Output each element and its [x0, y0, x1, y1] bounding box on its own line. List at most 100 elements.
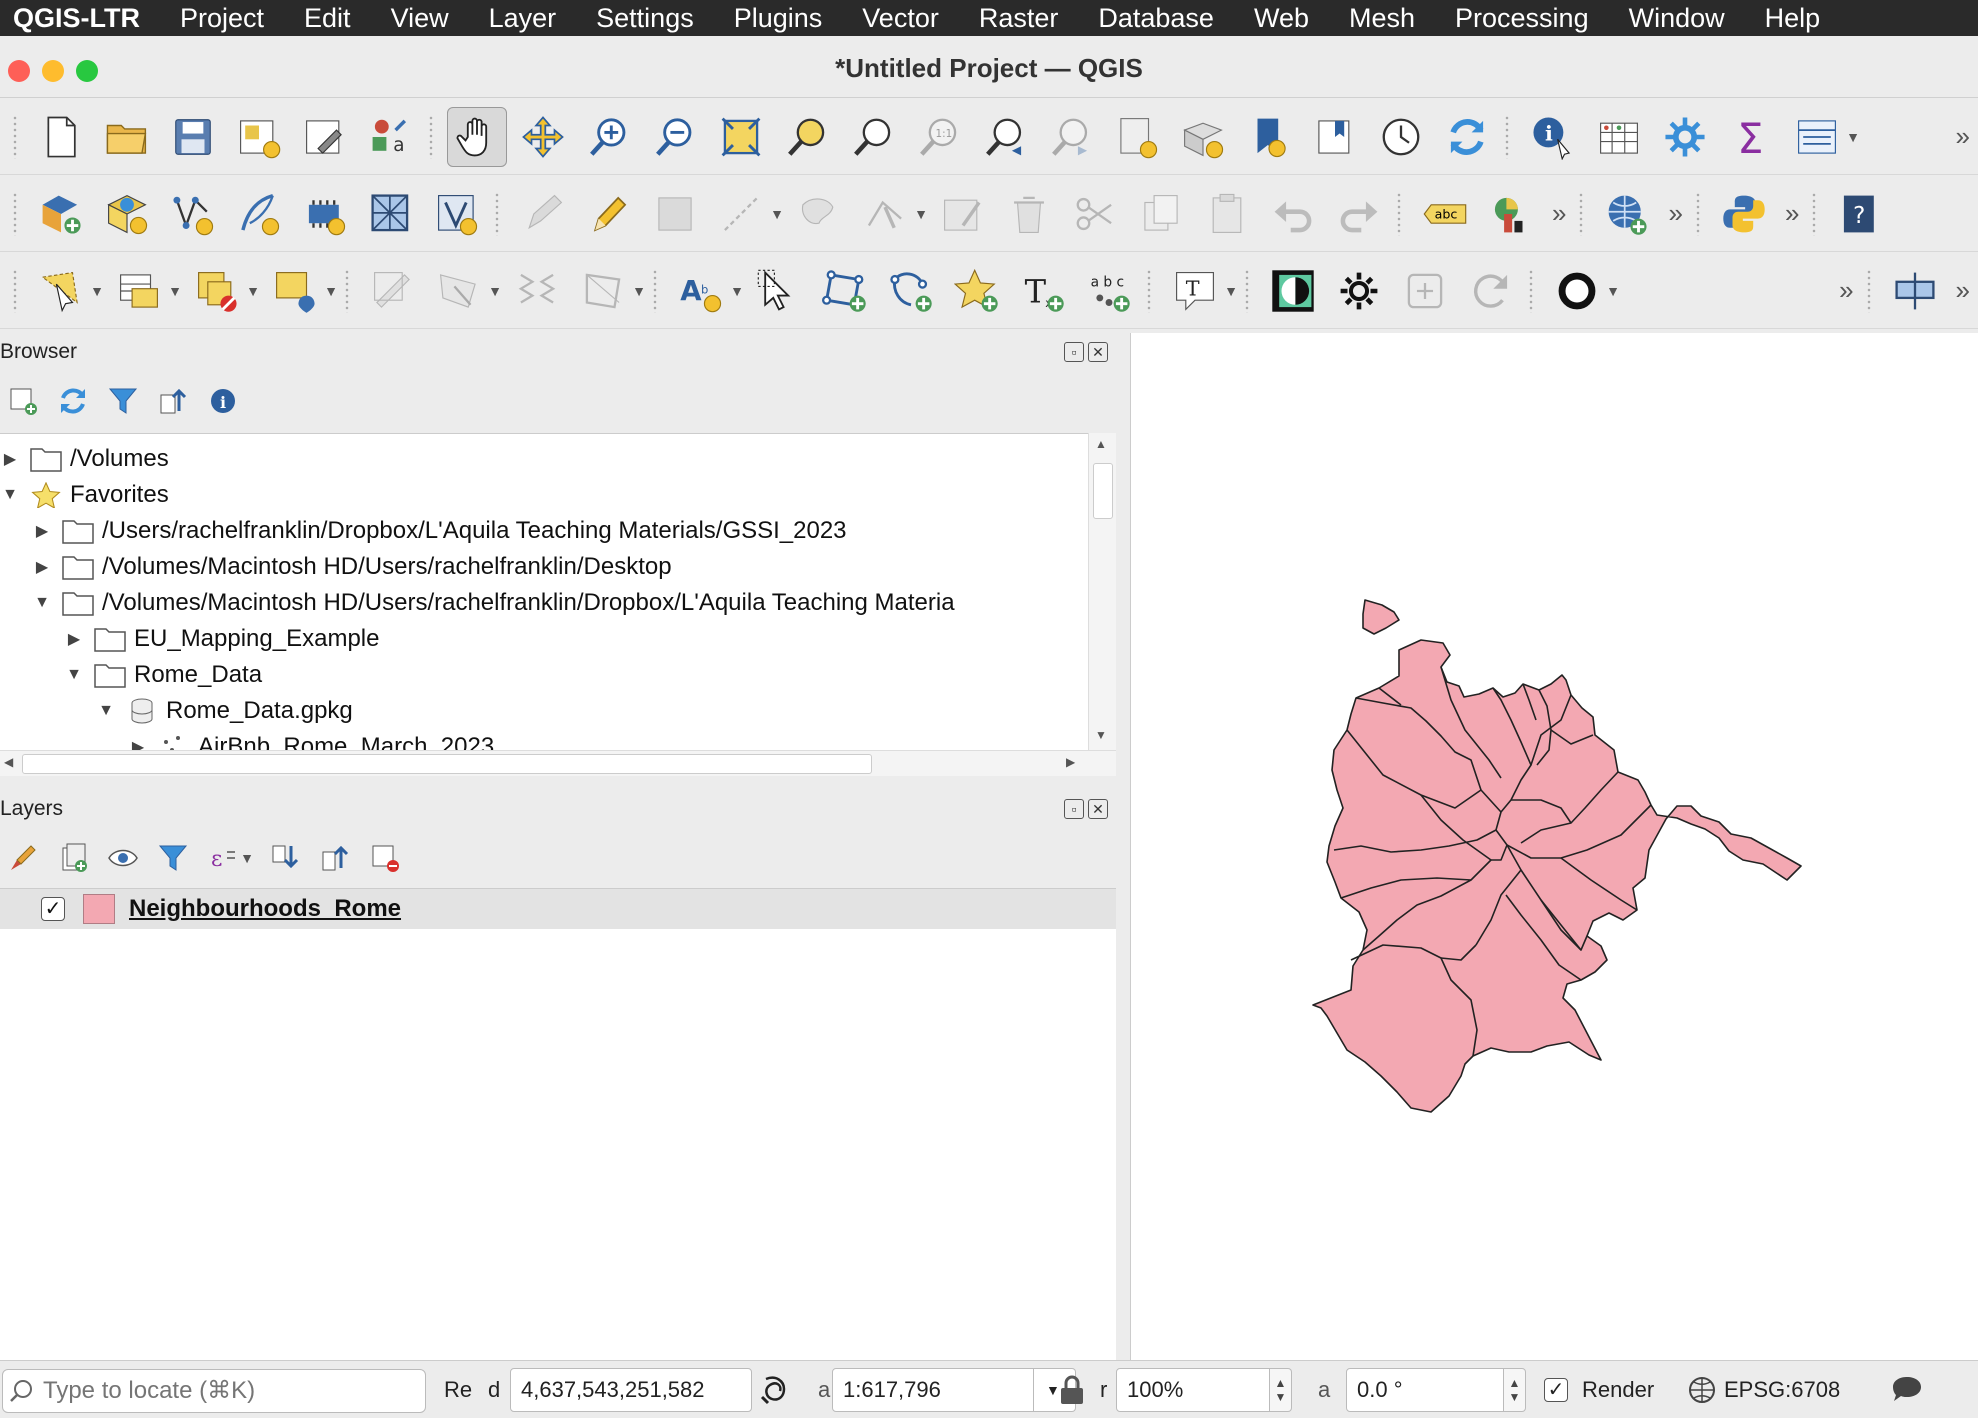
- rotate-feature-icon[interactable]: [363, 261, 423, 321]
- label-pin-icon[interactable]: Ab: [671, 261, 731, 321]
- polygon-node-icon[interactable]: [881, 261, 941, 321]
- toolbar-grip[interactable]: [1865, 268, 1872, 313]
- plugins-toolbar-overflow-icon[interactable]: »: [1785, 198, 1799, 229]
- expand-all-icon[interactable]: [264, 837, 306, 879]
- chevron-down-icon[interactable]: ▼: [32, 594, 52, 612]
- menu-web[interactable]: Web: [1234, 3, 1329, 34]
- zoom-in-icon[interactable]: [579, 107, 639, 167]
- save-edits-icon[interactable]: [645, 184, 705, 244]
- open-project-icon[interactable]: [97, 107, 157, 167]
- toolbar-grip[interactable]: [494, 191, 500, 236]
- scroll-thumb[interactable]: [1093, 463, 1113, 519]
- new-print-layout-icon[interactable]: [229, 107, 289, 167]
- browser-horizontal-scrollbar[interactable]: ◀ ▶: [0, 750, 1116, 776]
- layer-item[interactable]: ✓ Neighbourhoods_Rome: [0, 889, 1116, 929]
- tree-item[interactable]: ▶ EU_Mapping_Example: [64, 621, 380, 657]
- rotation-stepper[interactable]: ▲ ▼: [1504, 1368, 1526, 1412]
- select-by-value-icon[interactable]: [109, 261, 169, 321]
- new-memory-layer-icon[interactable]: [295, 184, 355, 244]
- menu-help[interactable]: Help: [1745, 3, 1841, 34]
- menu-view[interactable]: View: [371, 3, 469, 34]
- zoom-native-resolution-icon[interactable]: 1:1: [909, 107, 969, 167]
- show-bookmarks-icon[interactable]: [1305, 107, 1365, 167]
- toolbar-grip[interactable]: [652, 268, 658, 313]
- toolbar-grip[interactable]: [1244, 268, 1250, 313]
- layout-manager-icon[interactable]: [295, 107, 355, 167]
- messages-icon[interactable]: [1890, 1361, 1924, 1418]
- chevron-down-icon[interactable]: ▼: [64, 666, 84, 684]
- contrast-icon[interactable]: [1263, 261, 1323, 321]
- remove-layer-icon[interactable]: [364, 837, 406, 879]
- chevron-right-icon[interactable]: ▶: [0, 449, 20, 469]
- render-toggle[interactable]: ✓ Render: [1544, 1361, 1654, 1418]
- toolbar-grip[interactable]: [1396, 191, 1402, 236]
- digitize-icon[interactable]: [711, 184, 771, 244]
- new-bookmark-icon[interactable]: [1239, 107, 1299, 167]
- collapse-all-layers-icon[interactable]: [314, 837, 356, 879]
- toolbar-overflow-icon[interactable]: »: [1956, 121, 1970, 152]
- cut-features-icon[interactable]: [1065, 184, 1125, 244]
- close-panel-icon[interactable]: ✕: [1088, 799, 1108, 819]
- label-toolbar-overflow-icon[interactable]: »: [1552, 198, 1566, 229]
- manage-visibility-icon[interactable]: [102, 837, 144, 879]
- rotation-field[interactable]: 0.0 °: [1346, 1368, 1504, 1412]
- collapse-all-icon[interactable]: [152, 380, 194, 422]
- circle-tool-icon[interactable]: [1547, 261, 1607, 321]
- python-console-icon[interactable]: [1714, 184, 1774, 244]
- zoom-to-selection-icon[interactable]: [777, 107, 837, 167]
- georeferencer-icon[interactable]: [1597, 184, 1657, 244]
- browser-vertical-scrollbar[interactable]: ▲ ▼: [1088, 433, 1116, 750]
- toolbar-grip[interactable]: [344, 268, 350, 313]
- float-panel-icon[interactable]: ▫: [1064, 342, 1084, 362]
- filter-expression-dropdown[interactable]: ▼: [238, 837, 256, 879]
- tree-item[interactable]: ▼ Rome_Data.gpkg: [96, 693, 353, 729]
- new-virtual-layer-icon[interactable]: [427, 184, 487, 244]
- scroll-down-icon[interactable]: ▼: [1095, 728, 1107, 742]
- new-map-view-icon[interactable]: [1107, 107, 1167, 167]
- copy-features-icon[interactable]: [1131, 184, 1191, 244]
- toggle-editing-icon[interactable]: [579, 184, 639, 244]
- refresh-rotate-icon[interactable]: [1461, 261, 1521, 321]
- toolbar-grip[interactable]: [428, 114, 434, 159]
- data-source-manager-icon[interactable]: [31, 184, 91, 244]
- float-panel-icon[interactable]: ▫: [1064, 799, 1084, 819]
- chevron-right-icon[interactable]: ▶: [64, 629, 84, 649]
- menu-layer[interactable]: Layer: [469, 3, 577, 34]
- chevron-down-icon[interactable]: ▼: [0, 486, 20, 504]
- toolbar-grip[interactable]: [12, 268, 18, 313]
- abc-label-icon[interactable]: a b c: [1079, 261, 1139, 321]
- menu-window[interactable]: Window: [1609, 3, 1745, 34]
- magnifier-stepper[interactable]: ▲ ▼: [1270, 1368, 1292, 1412]
- scale-field[interactable]: 1:617,796: [832, 1368, 1034, 1412]
- text-tool-icon[interactable]: T: [1165, 261, 1225, 321]
- toolbar-grip[interactable]: [1528, 268, 1534, 313]
- new-spatialite-layer-icon[interactable]: [229, 184, 289, 244]
- add-group-icon[interactable]: [52, 837, 94, 879]
- zoom-out-icon[interactable]: [645, 107, 705, 167]
- new-mesh-layer-icon[interactable]: [361, 184, 421, 244]
- tree-item[interactable]: ▼ /Volumes/Macintosh HD/Users/rachelfran…: [32, 585, 954, 621]
- modify-attributes-icon[interactable]: [933, 184, 993, 244]
- chevron-down-icon[interactable]: ▼: [96, 702, 116, 720]
- menu-processing[interactable]: Processing: [1435, 3, 1609, 34]
- help-icon[interactable]: ?: [1830, 184, 1890, 244]
- properties-info-icon[interactable]: i: [202, 380, 244, 422]
- filter-browser-icon[interactable]: [102, 380, 144, 422]
- crs-button[interactable]: EPSG:6708: [1686, 1361, 1840, 1418]
- deselect-icon[interactable]: [187, 261, 247, 321]
- settings-gear-icon[interactable]: [1329, 261, 1389, 321]
- menu-settings[interactable]: Settings: [576, 3, 714, 34]
- redo-icon[interactable]: [1329, 184, 1389, 244]
- vertex-tool-icon[interactable]: [855, 184, 915, 244]
- window-float-icon[interactable]: [1885, 261, 1945, 321]
- scroll-left-icon[interactable]: ◀: [4, 755, 13, 769]
- statistical-summary-icon[interactable]: Σ: [1721, 107, 1781, 167]
- add-frame-icon[interactable]: [1395, 261, 1455, 321]
- undo-icon[interactable]: [1263, 184, 1323, 244]
- toolbar-grip[interactable]: [12, 191, 18, 236]
- scroll-thumb[interactable]: [22, 754, 872, 774]
- menu-plugins[interactable]: Plugins: [714, 3, 843, 34]
- add-polygon-icon[interactable]: [789, 184, 849, 244]
- render-checkbox[interactable]: ✓: [1544, 1378, 1568, 1402]
- select-location-icon[interactable]: [265, 261, 325, 321]
